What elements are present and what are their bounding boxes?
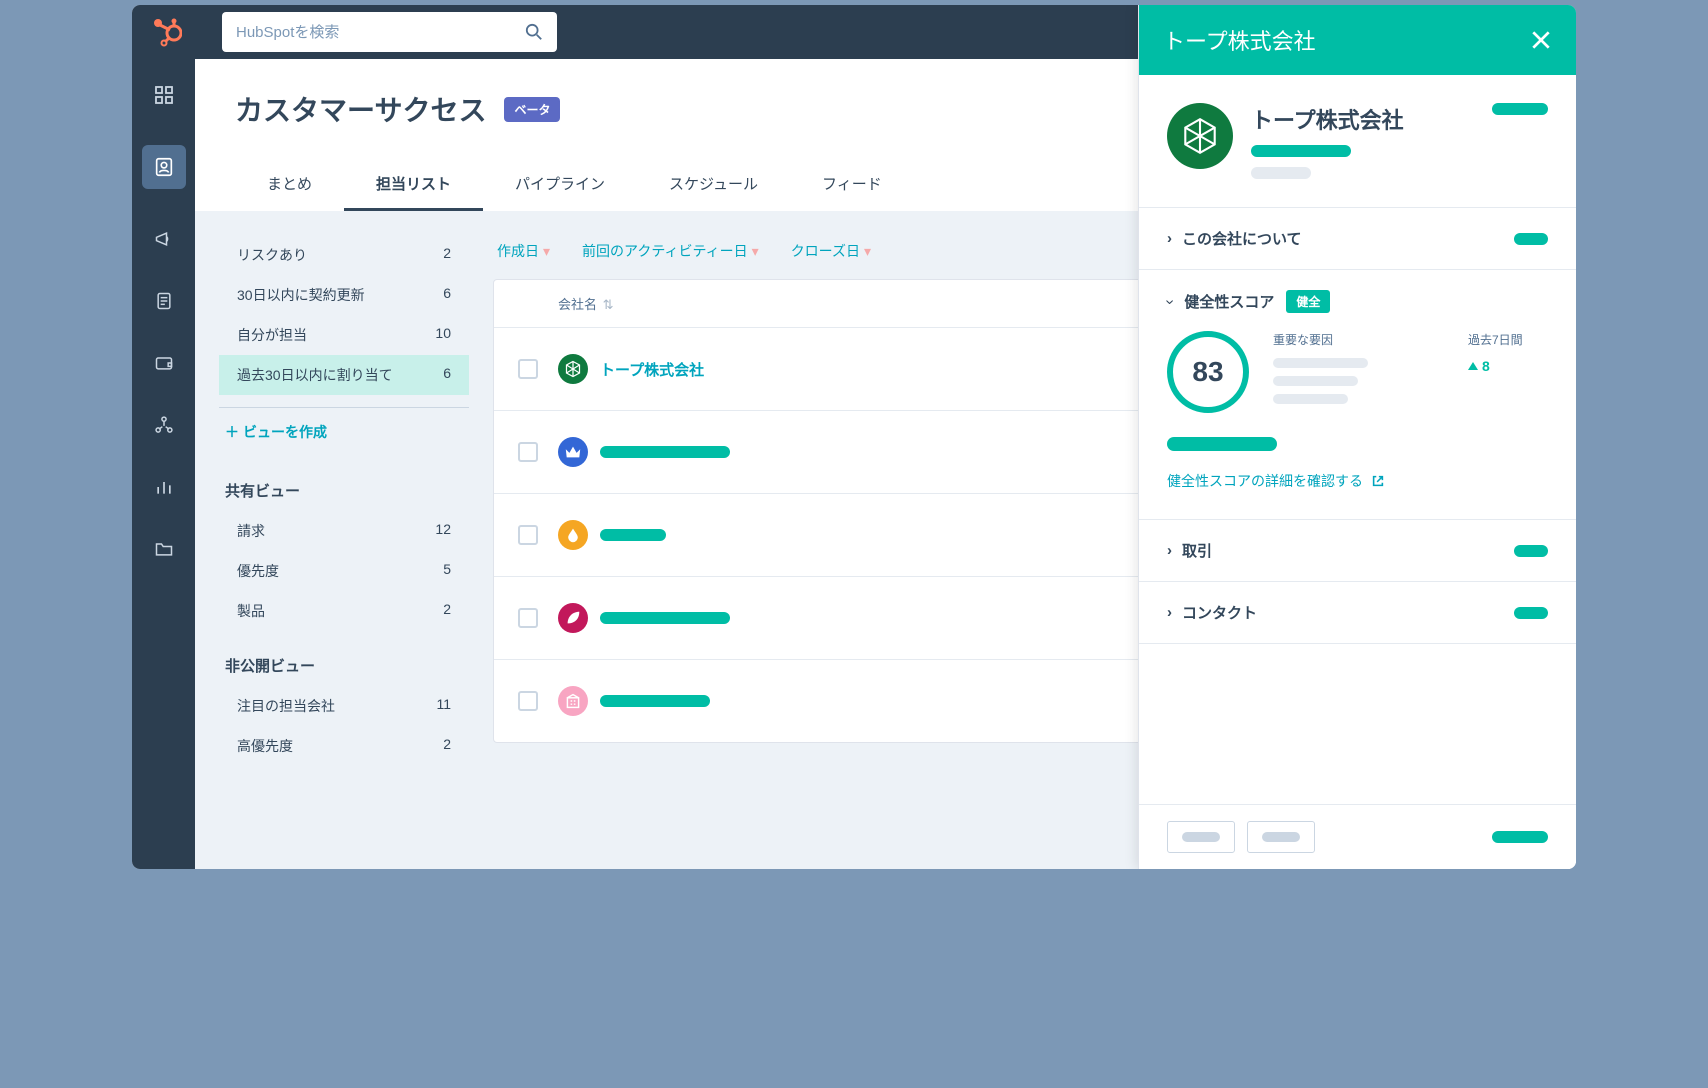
nav-grid-icon[interactable]: [152, 83, 176, 107]
view-item[interactable]: 優先度5: [219, 551, 469, 591]
trend-up-icon: [1468, 362, 1478, 370]
redacted-text: [600, 446, 730, 458]
view-item[interactable]: 製品2: [219, 591, 469, 631]
section-about[interactable]: ›この会社について: [1139, 208, 1576, 269]
tab-3[interactable]: スケジュール: [637, 161, 790, 211]
section-contacts[interactable]: ›コンタクト: [1139, 582, 1576, 643]
section-badge: [1514, 607, 1548, 619]
filter-chip[interactable]: 作成日 ▾: [497, 241, 550, 261]
view-item[interactable]: 自分が担当10: [219, 315, 469, 355]
nav-folder-icon[interactable]: [152, 537, 176, 561]
view-item[interactable]: 請求12: [219, 511, 469, 551]
company-name-link[interactable]: トープ株式会社: [600, 359, 704, 380]
view-item[interactable]: 注目の担当会社11: [219, 686, 469, 726]
hubspot-logo[interactable]: [152, 17, 182, 47]
company-name: トープ株式会社: [1251, 103, 1474, 135]
left-nav-rail: [132, 59, 195, 869]
sort-icon: ⇅: [599, 297, 614, 312]
nav-wallet-icon[interactable]: [152, 351, 176, 375]
chevron-right-icon: ›: [1167, 604, 1172, 621]
tab-4[interactable]: フィード: [790, 161, 914, 211]
chevron-right-icon: ›: [1167, 542, 1172, 559]
row-checkbox[interactable]: [518, 359, 538, 379]
company-avatar: [558, 603, 588, 633]
views-sidebar: リスクあり230日以内に契約更新6自分が担当10過去30日以内に割り当て6 ＋ …: [219, 235, 469, 845]
company-avatar: [558, 354, 588, 384]
redacted-text: [1251, 145, 1351, 157]
nav-contacts-icon[interactable]: [142, 145, 186, 189]
view-item[interactable]: 30日以内に契約更新6: [219, 275, 469, 315]
panel-title: トープ株式会社: [1163, 24, 1316, 56]
view-item[interactable]: リスクあり2: [219, 235, 469, 275]
view-item[interactable]: 高優先度2: [219, 726, 469, 766]
health-score-circle: 83: [1167, 331, 1249, 413]
redacted-text: [600, 529, 666, 541]
section-deals[interactable]: ›取引: [1139, 520, 1576, 581]
company-avatar: [558, 686, 588, 716]
tab-2[interactable]: パイプライン: [483, 161, 637, 211]
redacted-text: [1273, 358, 1368, 368]
private-views-heading: 非公開ビュー: [219, 631, 469, 686]
tab-0[interactable]: まとめ: [235, 161, 344, 211]
footer-button-1[interactable]: [1167, 821, 1235, 853]
row-checkbox[interactable]: [518, 442, 538, 462]
chevron-down-icon: ›: [1161, 299, 1179, 304]
create-view-button[interactable]: ＋ ビューを作成: [219, 408, 469, 456]
chevron-down-icon: ▾: [543, 243, 550, 260]
footer-action-button[interactable]: [1492, 831, 1548, 843]
company-detail-panel: トープ株式会社 トープ株式会社 ›この会社について: [1138, 5, 1576, 869]
redacted-text: [1273, 394, 1348, 404]
search-icon: [525, 23, 543, 41]
redacted-text: [1251, 167, 1311, 179]
panel-action-button[interactable]: [1492, 103, 1548, 115]
close-icon[interactable]: [1530, 29, 1552, 51]
redacted-text: [600, 612, 730, 624]
row-checkbox[interactable]: [518, 608, 538, 628]
health-detail-link[interactable]: 健全性スコアの詳細を確認する: [1167, 471, 1548, 491]
company-avatar: [558, 437, 588, 467]
redacted-text: [1273, 376, 1358, 386]
row-checkbox[interactable]: [518, 691, 538, 711]
section-badge: [1514, 233, 1548, 245]
search-input[interactable]: [236, 24, 525, 41]
filter-chip[interactable]: クローズ日 ▾: [791, 241, 871, 261]
nav-chart-icon[interactable]: [152, 475, 176, 499]
page-title: カスタマーサクセス: [235, 89, 486, 129]
beta-badge: ベータ: [504, 97, 560, 122]
tab-1[interactable]: 担当リスト: [344, 161, 483, 211]
view-item[interactable]: 過去30日以内に割り当て6: [219, 355, 469, 395]
external-link-icon: [1371, 474, 1385, 488]
search-box[interactable]: [222, 12, 557, 52]
nav-megaphone-icon[interactable]: [152, 227, 176, 251]
row-checkbox[interactable]: [518, 525, 538, 545]
chevron-down-icon: ▾: [864, 243, 871, 260]
plus-icon: ＋: [225, 422, 239, 442]
section-health[interactable]: › 健全性スコア 健全: [1167, 270, 1548, 331]
company-avatar: [1167, 103, 1233, 169]
column-company-name[interactable]: 会社名 ⇅: [558, 294, 1207, 313]
section-badge: [1514, 545, 1548, 557]
chevron-right-icon: ›: [1167, 230, 1172, 247]
factor-label: 重要な要因: [1273, 331, 1444, 348]
nav-network-icon[interactable]: [152, 413, 176, 437]
filter-chip[interactable]: 前回のアクティビティー日 ▾: [582, 241, 759, 261]
trend-label: 過去7日間: [1468, 331, 1548, 348]
redacted-text: [1167, 437, 1277, 451]
trend-value: 8: [1468, 358, 1548, 374]
footer-button-2[interactable]: [1247, 821, 1315, 853]
chevron-down-icon: ▾: [752, 243, 759, 260]
shared-views-heading: 共有ビュー: [219, 456, 469, 511]
health-status-pill: 健全: [1286, 290, 1330, 313]
redacted-text: [600, 695, 710, 707]
nav-document-icon[interactable]: [152, 289, 176, 313]
company-avatar: [558, 520, 588, 550]
